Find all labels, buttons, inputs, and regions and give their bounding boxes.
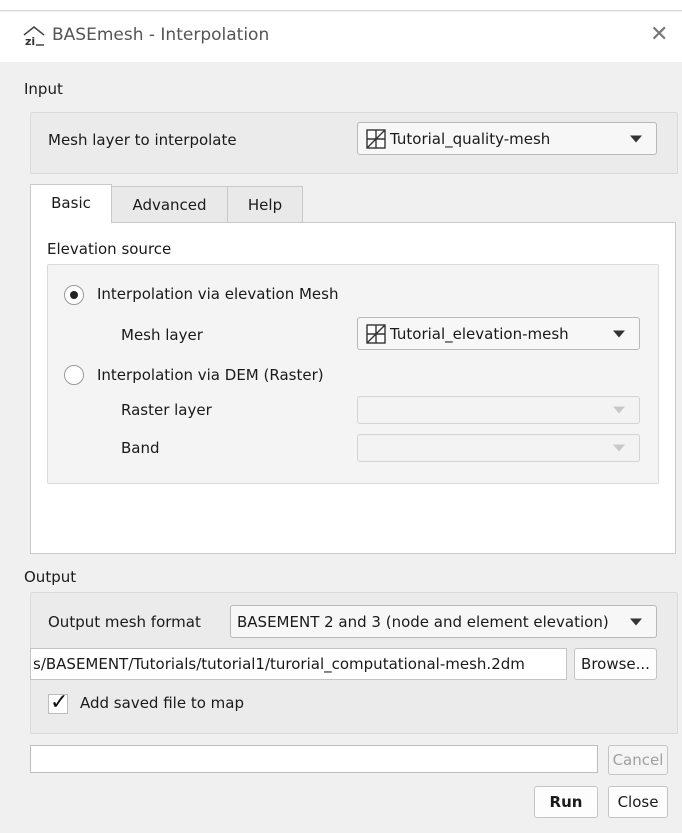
radio-dem-raster[interactable] <box>64 365 84 385</box>
output-mesh-format-label: Output mesh format <box>48 613 201 631</box>
band-label: Band <box>121 439 160 457</box>
radio-selected-dot <box>70 291 78 299</box>
option-elevation-mesh-label: Interpolation via elevation Mesh <box>97 285 339 303</box>
output-mesh-format-select[interactable]: BASEMENT 2 and 3 (node and element eleva… <box>230 605 657 638</box>
tab-help[interactable]: Help <box>227 186 303 223</box>
radio-elevation-mesh[interactable] <box>64 285 84 305</box>
elevation-source-label: Elevation source <box>47 240 172 258</box>
add-to-map-label: Add saved file to map <box>80 694 244 712</box>
option-dem-raster-label: Interpolation via DEM (Raster) <box>97 366 324 384</box>
add-to-map-checkbox[interactable]: ✓ <box>48 690 68 715</box>
close-icon[interactable]: ✕ <box>650 22 668 47</box>
chevron-down-icon <box>613 406 625 414</box>
elevation-mesh-layer-value: Tutorial_elevation-mesh <box>390 324 569 343</box>
mesh-layer-icon <box>366 128 386 149</box>
elevation-mesh-layer-select[interactable]: Tutorial_elevation-mesh <box>357 317 640 350</box>
band-select[interactable] <box>357 434 640 462</box>
input-section-label: Input <box>24 80 63 98</box>
tab-advanced[interactable]: Advanced <box>111 186 228 223</box>
chevron-down-icon <box>613 330 625 337</box>
run-button[interactable]: Run <box>534 786 598 818</box>
basemesh-app-icon: zi <box>23 26 45 47</box>
chevron-down-icon <box>630 135 642 142</box>
chevron-down-icon <box>613 444 625 452</box>
mesh-layer-value: Tutorial_quality-mesh <box>390 129 551 148</box>
svg-text:zi: zi <box>25 35 35 47</box>
checkmark-icon: ✓ <box>50 690 69 715</box>
output-section-label: Output <box>24 568 77 586</box>
browse-button[interactable]: Browse... <box>574 648 657 680</box>
raster-layer-label: Raster layer <box>121 401 212 419</box>
mesh-layer-label: Mesh layer <box>121 326 203 344</box>
window-title: BASEmesh - Interpolation <box>52 25 270 45</box>
output-mesh-format-value: BASEMENT 2 and 3 (node and element eleva… <box>237 612 609 631</box>
tab-basic[interactable]: Basic <box>30 184 112 223</box>
output-path-input[interactable]: s/BASEMENT/Tutorials/tutorial1/turorial_… <box>30 648 567 680</box>
chevron-down-icon <box>630 618 642 625</box>
mesh-layer-to-interpolate-select[interactable]: Tutorial_quality-mesh <box>357 122 657 155</box>
mesh-layer-icon <box>366 323 386 344</box>
close-button[interactable]: Close <box>608 786 668 818</box>
progress-bar <box>30 745 598 773</box>
cancel-button[interactable]: Cancel <box>608 745 668 775</box>
mesh-layer-to-interpolate-label: Mesh layer to interpolate <box>48 131 237 149</box>
raster-layer-select[interactable] <box>357 396 640 424</box>
